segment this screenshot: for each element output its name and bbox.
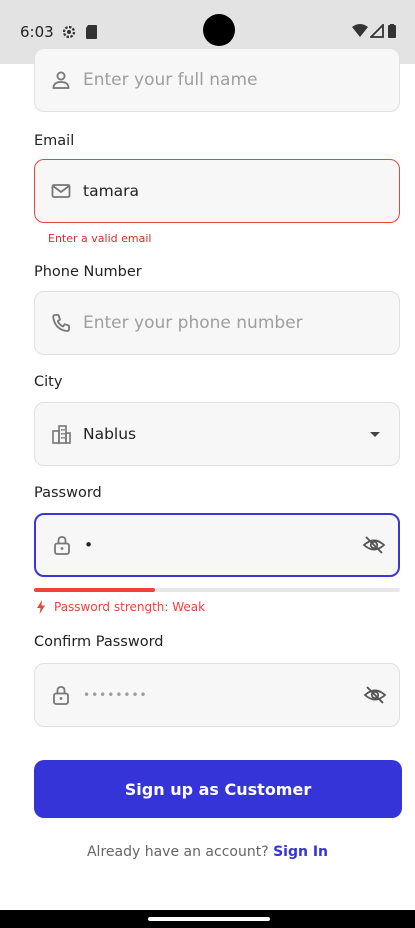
- home-gesture-handle[interactable]: [148, 917, 270, 921]
- phone-placeholder: Enter your phone number: [83, 313, 303, 333]
- wifi-icon: [352, 24, 368, 37]
- sign-in-link[interactable]: Sign In: [273, 844, 328, 860]
- sign-up-button[interactable]: Sign up as Customer: [34, 760, 402, 818]
- battery-icon: [388, 24, 396, 38]
- email-error: Enter a valid email: [48, 232, 152, 245]
- email-value: tamara: [83, 182, 140, 200]
- city-icon: [52, 425, 71, 444]
- mail-icon: [51, 184, 71, 198]
- confirm-password-placeholder: ••••••••: [83, 688, 148, 702]
- city-select[interactable]: Nablus: [34, 402, 400, 466]
- sd-card-icon: [86, 25, 97, 39]
- camera-cutout: [203, 14, 235, 46]
- phone-label: Phone Number: [34, 264, 142, 280]
- password-strength-fill: [34, 588, 155, 592]
- signin-prompt-text: Already have an account?: [86, 844, 269, 860]
- dropdown-arrow-icon: [370, 432, 380, 437]
- lock-icon: [53, 686, 69, 705]
- phone-icon: [52, 314, 70, 332]
- city-label: City: [34, 374, 63, 390]
- password-field[interactable]: •: [34, 513, 400, 577]
- password-label: Password: [34, 485, 102, 501]
- confirm-password-field[interactable]: ••••••••: [34, 663, 400, 727]
- email-field[interactable]: tamara: [34, 159, 400, 223]
- city-value: Nablus: [83, 425, 137, 443]
- bolt-icon: [37, 600, 45, 614]
- visibility-off-icon[interactable]: [362, 533, 386, 557]
- navigation-bar: [0, 910, 415, 928]
- confirm-password-label: Confirm Password: [34, 634, 164, 650]
- password-strength-row: Password strength: Weak: [36, 600, 205, 614]
- signin-prompt: Already have an account? Sign In: [0, 844, 415, 860]
- settings-gear-icon: [62, 25, 76, 39]
- lock-icon: [54, 536, 70, 555]
- phone-field[interactable]: Enter your phone number: [34, 291, 400, 355]
- signup-screen: 6:03 Enter your full name Email tamara E…: [0, 0, 415, 928]
- password-strength-text: Password strength: Weak: [54, 600, 206, 614]
- email-label: Email: [34, 133, 75, 149]
- signal-icon: [370, 24, 384, 38]
- person-icon: [52, 71, 70, 89]
- password-value: •: [84, 536, 94, 554]
- full-name-placeholder: Enter your full name: [83, 70, 258, 90]
- status-time: 6:03: [20, 23, 54, 41]
- password-strength-bar: [34, 588, 400, 592]
- visibility-off-icon[interactable]: [363, 683, 387, 707]
- full-name-field[interactable]: Enter your full name: [34, 48, 400, 112]
